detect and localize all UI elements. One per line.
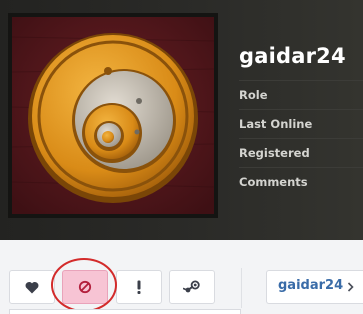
user-chip-label: gaidar24 [278, 278, 344, 293]
profile-username: gaidar24 [239, 44, 346, 68]
user-profile-link[interactable]: gaidar24 [266, 270, 363, 304]
info-label-comments: Comments [239, 167, 363, 196]
heart-icon [25, 281, 39, 293]
steam-button[interactable] [169, 270, 215, 304]
avatar[interactable] [8, 13, 218, 218]
exclamation-icon [137, 280, 141, 294]
avatar-image [12, 17, 214, 214]
chevron-right-icon [347, 282, 354, 292]
info-label-role: Role [239, 80, 363, 109]
steam-icon [183, 280, 200, 293]
info-label-registered: Registered [239, 138, 363, 167]
info-label-last-online: Last Online [239, 109, 363, 138]
block-icon [78, 280, 92, 294]
content-panel-edge [9, 309, 241, 314]
toolbar-divider [241, 268, 242, 308]
block-button[interactable] [62, 270, 108, 304]
profile-header: gaidar24 Role Last Online Registered Com… [0, 0, 363, 240]
report-button[interactable] [116, 270, 162, 304]
favorite-button[interactable] [9, 270, 55, 304]
